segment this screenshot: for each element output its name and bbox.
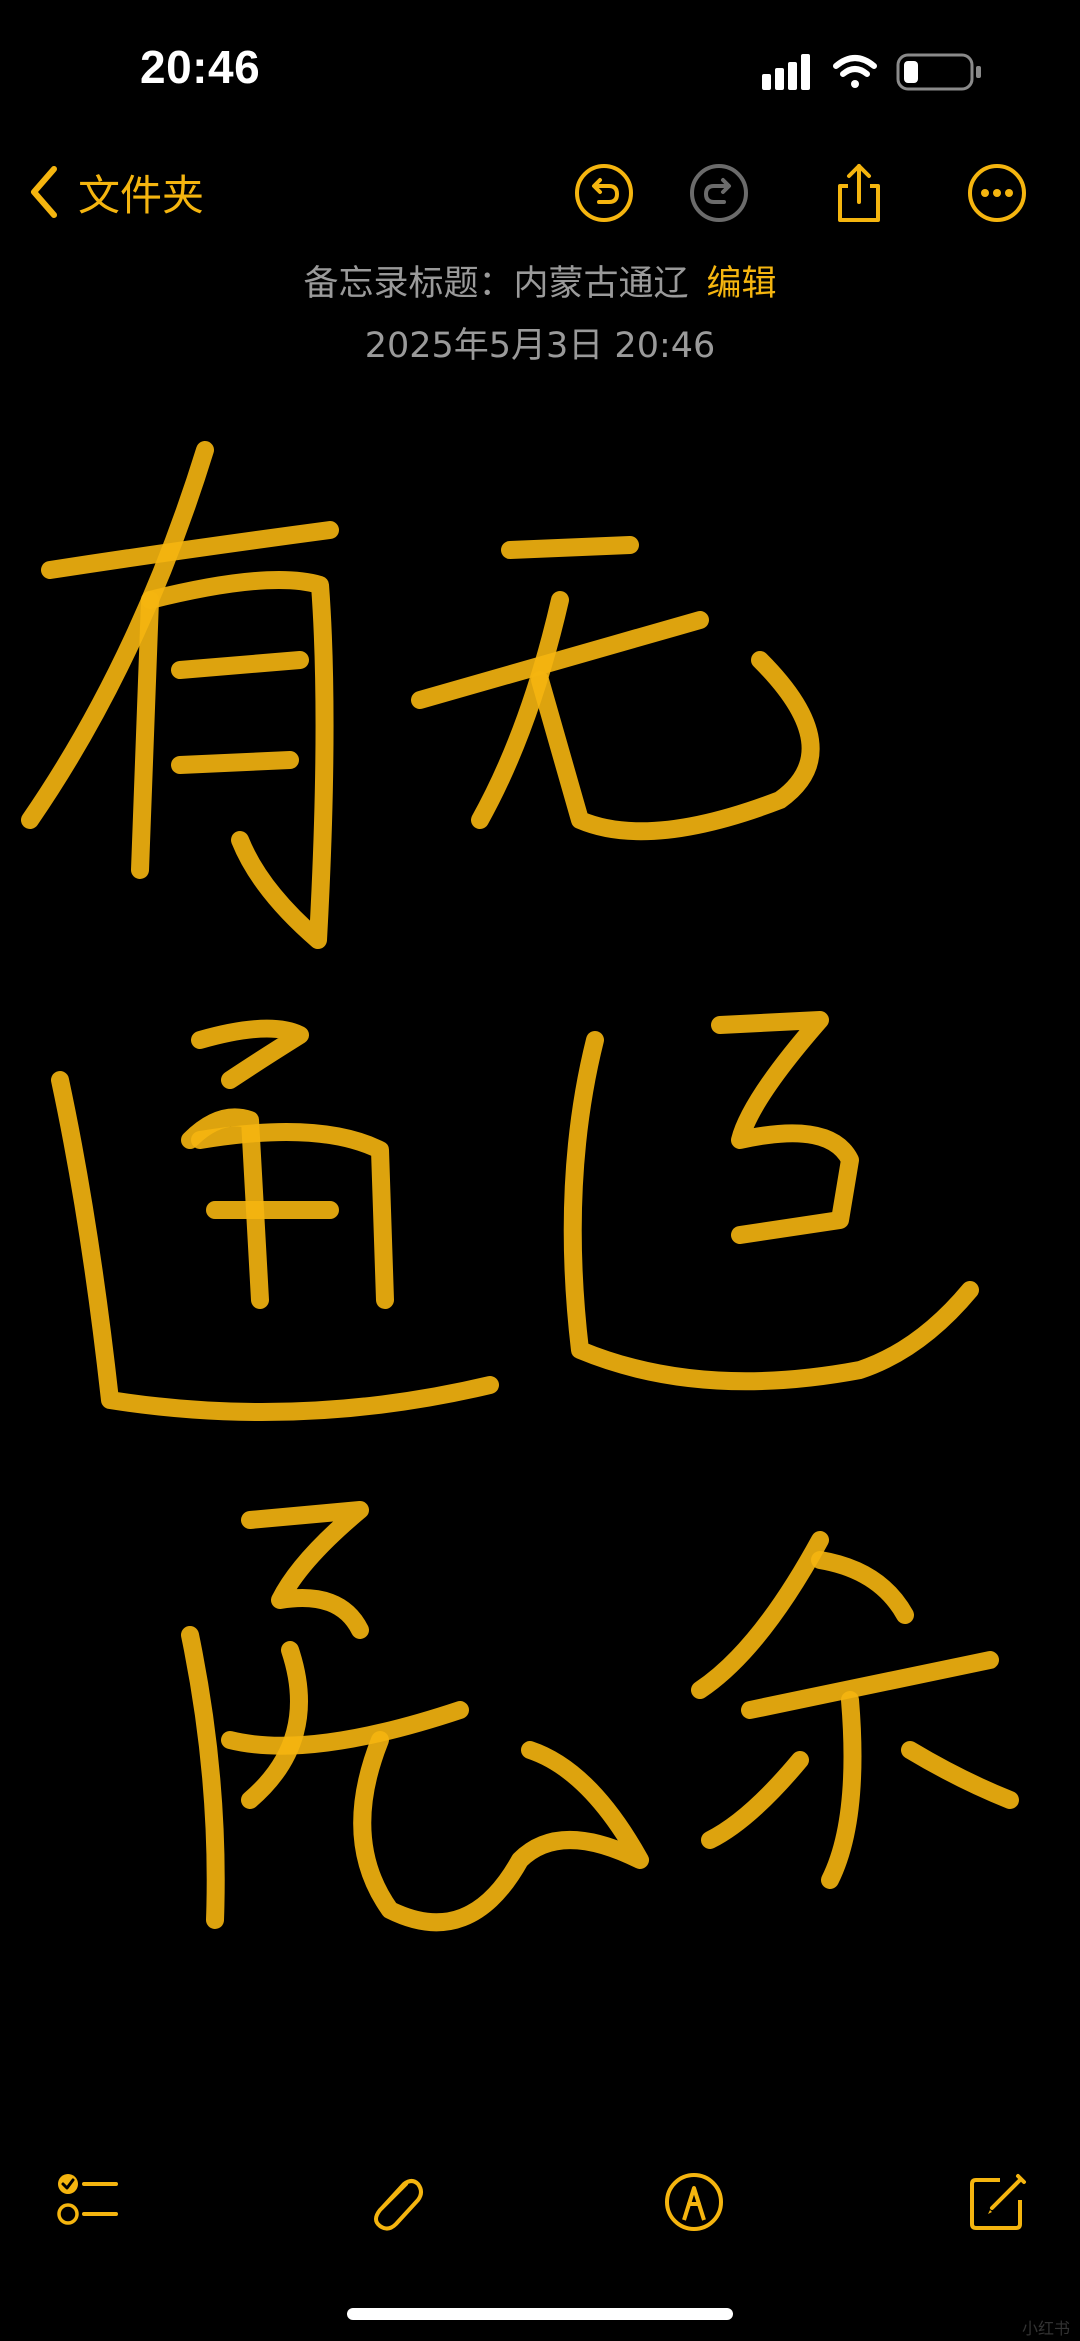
- note-title: 备忘录标题：内蒙古通辽: [303, 264, 689, 304]
- redo-icon[interactable]: [688, 162, 750, 224]
- stroke-group-you: [21, 441, 339, 949]
- home-indicator[interactable]: [347, 2308, 733, 2320]
- status-icons: [758, 50, 988, 94]
- wifi-icon: [833, 55, 877, 88]
- nav-bar: 文件夹: [0, 140, 1080, 250]
- note-title-line: 备忘录标题：内蒙古通辽 编辑: [0, 260, 1080, 308]
- stroke-group-ni: [691, 1531, 1019, 1889]
- back-label: 文件夹: [78, 170, 205, 220]
- handwriting-canvas[interactable]: [0, 420, 1080, 1980]
- signal-icon: [762, 54, 810, 90]
- bottom-toolbar: [0, 2160, 1080, 2240]
- stroke-group-wu: [411, 536, 820, 841]
- note-date: 2025年5月3日 20:46: [364, 326, 716, 366]
- stroke-group-huan: [181, 1501, 649, 1932]
- battery-icon: [896, 53, 981, 91]
- undo-icon[interactable]: [573, 162, 635, 224]
- markup-pen-icon[interactable]: [662, 2170, 726, 2234]
- back-button[interactable]: 文件夹: [28, 160, 204, 224]
- chevron-left-icon: [31, 166, 57, 218]
- checklist-icon[interactable]: [56, 2170, 120, 2234]
- compose-icon[interactable]: [966, 2170, 1030, 2234]
- note-header: 备忘录标题：内蒙古通辽 编辑 2025年5月3日 20:46: [0, 260, 1080, 370]
- share-icon[interactable]: [828, 162, 890, 224]
- status-time: 20:46: [140, 41, 261, 93]
- stroke-group-liao: [563, 1011, 979, 1391]
- more-icon[interactable]: [966, 162, 1028, 224]
- stroke-group-tong: [51, 1019, 499, 1421]
- watermark: 小红书: [1021, 2319, 1070, 2338]
- status-bar: 20:46: [0, 0, 1080, 140]
- attachment-icon[interactable]: [362, 2170, 426, 2234]
- edit-title-link[interactable]: 编辑: [707, 264, 777, 304]
